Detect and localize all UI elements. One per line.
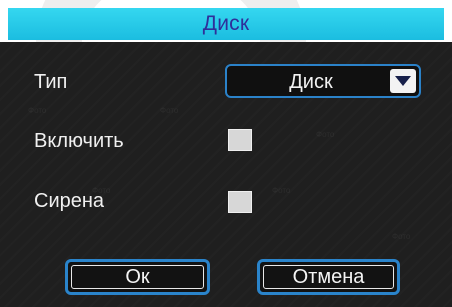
title-bar: Диск: [0, 0, 452, 42]
enable-label: Включить: [34, 130, 124, 152]
cancel-button[interactable]: Отмена: [257, 259, 400, 295]
dropdown-arrow-button[interactable]: [390, 69, 416, 93]
chevron-down-icon: [395, 76, 411, 86]
title-strip: Диск: [8, 8, 444, 40]
ok-button[interactable]: Ок: [65, 259, 210, 295]
ok-button-label: Ок: [71, 265, 204, 289]
cancel-button-label: Отмена: [263, 265, 394, 289]
dialog-title: Диск: [202, 12, 250, 35]
type-dropdown[interactable]: Диск: [225, 64, 421, 98]
siren-checkbox[interactable]: [228, 191, 252, 213]
disk-dialog: Диск Фото Фото Фото Фото Фото Фото Тип Д…: [0, 0, 452, 307]
type-label: Тип: [34, 71, 68, 93]
enable-checkbox[interactable]: [228, 129, 252, 151]
siren-label: Сирена: [34, 190, 105, 212]
type-dropdown-value: Диск: [289, 71, 333, 93]
